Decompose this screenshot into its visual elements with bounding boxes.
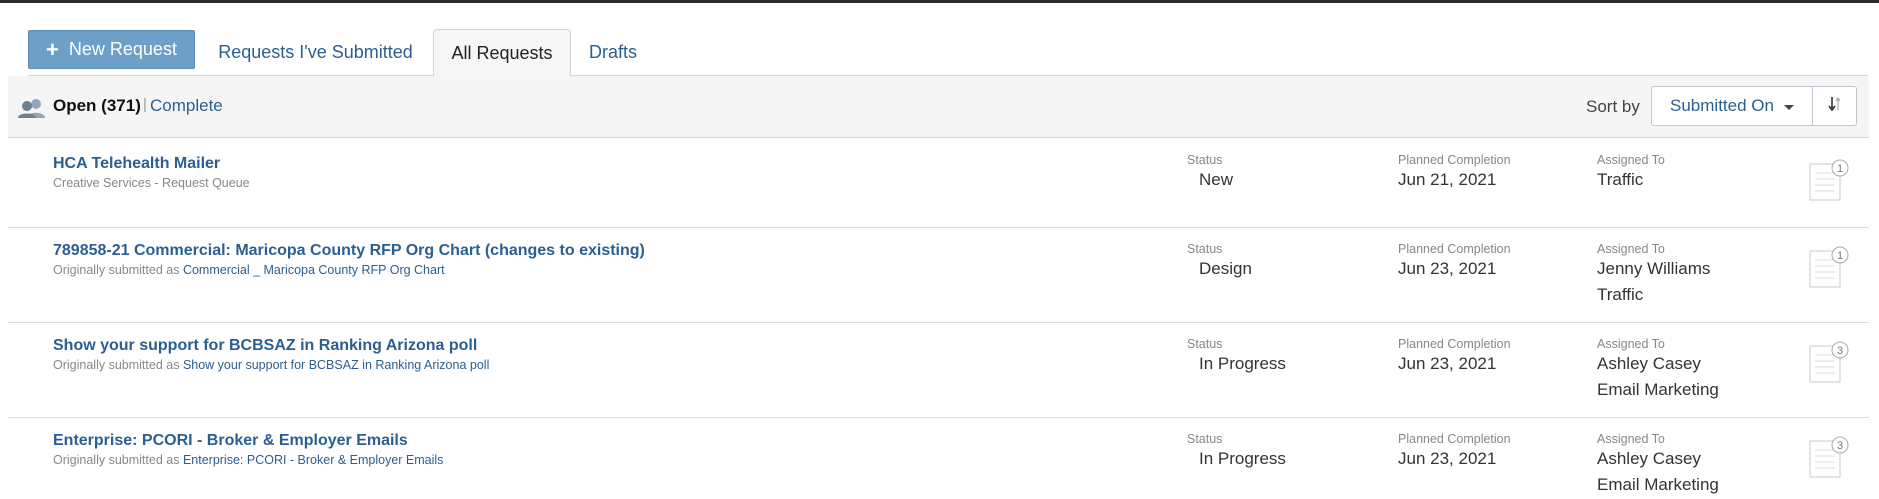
attachment-count: 3 — [1837, 345, 1843, 357]
assigned-to-value: Ashley Casey — [1597, 449, 1701, 468]
attachment-count: 3 — [1837, 440, 1843, 452]
original-request-link[interactable]: Show your support for BCBSAZ in Ranking … — [183, 358, 489, 372]
request-row[interactable]: Enterprise: PCORI - Broker & Employer Em… — [8, 418, 1869, 499]
status-value: In Progress — [1199, 354, 1286, 373]
top-border — [0, 0, 1879, 3]
assigned-to-value-secondary: Email Marketing — [1597, 380, 1719, 399]
status-value: New — [1199, 170, 1234, 189]
originally-submitted-label: Originally submitted as — [53, 453, 180, 467]
planned-completion-label: Planned Completion — [1398, 153, 1511, 167]
filter-separator: | — [143, 96, 147, 113]
request-subtitle: Originally submitted as Show your suppor… — [53, 358, 489, 372]
request-row[interactable]: 789858-21 Commercial: Maricopa County RF… — [8, 228, 1869, 323]
tab-drafts[interactable]: Drafts — [584, 29, 642, 76]
tab-bar: + New Request Requests I've Submitted Al… — [28, 29, 1868, 77]
assigned-to-label: Assigned To — [1597, 432, 1665, 446]
document-icon[interactable]: 3 — [1808, 341, 1852, 385]
tab-all-requests-label: All Requests — [451, 42, 553, 63]
planned-completion-value: Jun 23, 2021 — [1398, 259, 1497, 278]
sort-direction-icon — [1827, 95, 1843, 118]
complete-filter[interactable]: Complete — [150, 96, 223, 116]
assigned-to-value-secondary: Traffic — [1597, 285, 1644, 304]
sort-field-value: Submitted On — [1670, 96, 1774, 115]
assigned-to-label: Assigned To — [1597, 153, 1665, 167]
planned-completion-value: Jun 23, 2021 — [1398, 449, 1497, 468]
assigned-to-value: Jenny Williams — [1597, 259, 1711, 278]
request-title[interactable]: HCA Telehealth Mailer — [53, 155, 220, 173]
originally-submitted-label: Originally submitted as — [53, 263, 180, 277]
planned-completion-label: Planned Completion — [1398, 242, 1511, 256]
planned-completion-label: Planned Completion — [1398, 432, 1511, 446]
status-value: Design — [1199, 259, 1252, 278]
document-icon[interactable]: 1 — [1808, 246, 1852, 290]
assigned-to-label: Assigned To — [1597, 242, 1665, 256]
original-request-link[interactable]: Commercial _ Maricopa County RFP Org Cha… — [183, 263, 445, 277]
status-label: Status — [1187, 337, 1223, 351]
request-subtitle: Originally submitted as Commercial _ Mar… — [53, 263, 445, 277]
request-subtitle: Originally submitted as Enterprise: PCOR… — [53, 453, 443, 467]
status-label: Status — [1187, 153, 1223, 167]
new-request-label: New Request — [68, 39, 177, 59]
attachment-count: 1 — [1837, 250, 1843, 262]
users-group-icon — [17, 97, 47, 119]
originally-submitted-label: Originally submitted as — [53, 358, 180, 372]
new-request-button[interactable]: + New Request — [28, 30, 195, 69]
request-subtitle: Creative Services - Request Queue — [53, 176, 250, 190]
tab-all-requests[interactable]: All Requests — [433, 29, 571, 77]
attachment-count: 1 — [1837, 163, 1843, 175]
assigned-to-value: Ashley Casey — [1597, 354, 1701, 373]
status-value: In Progress — [1199, 449, 1286, 468]
tab-requests-submitted[interactable]: Requests I've Submitted — [218, 29, 413, 76]
original-request-link[interactable]: Enterprise: PCORI - Broker & Employer Em… — [183, 453, 444, 467]
request-title[interactable]: Show your support for BCBSAZ in Ranking … — [53, 337, 477, 355]
request-title[interactable]: Enterprise: PCORI - Broker & Employer Em… — [53, 432, 408, 450]
sort-direction-button[interactable] — [1813, 86, 1857, 126]
request-row[interactable]: Show your support for BCBSAZ in Ranking … — [8, 323, 1869, 418]
planned-completion-value: Jun 23, 2021 — [1398, 354, 1497, 373]
request-row[interactable]: HCA Telehealth Mailer Creative Services … — [8, 139, 1869, 228]
planned-completion-value: Jun 21, 2021 — [1398, 170, 1497, 189]
request-title[interactable]: 789858-21 Commercial: Maricopa County RF… — [53, 242, 645, 260]
request-queue-label: Creative Services - Request Queue — [53, 176, 250, 190]
planned-completion-label: Planned Completion — [1398, 337, 1511, 351]
status-label: Status — [1187, 242, 1223, 256]
status-label: Status — [1187, 432, 1223, 446]
assigned-to-value: Traffic — [1597, 170, 1644, 189]
assigned-to-label: Assigned To — [1597, 337, 1665, 351]
document-icon[interactable]: 1 — [1808, 159, 1852, 203]
sort-by-label: Sort by — [1586, 97, 1640, 116]
open-filter[interactable]: Open (371) — [53, 96, 141, 116]
document-icon[interactable]: 3 — [1808, 436, 1852, 480]
assigned-to-value-secondary: Email Marketing — [1597, 475, 1719, 494]
sort-field-dropdown[interactable]: Submitted On — [1651, 86, 1813, 126]
plus-icon: + — [46, 36, 59, 62]
caret-down-icon — [1783, 105, 1794, 110]
filter-toolbar: Open (371) | Complete Sort by Submitted … — [8, 76, 1869, 138]
